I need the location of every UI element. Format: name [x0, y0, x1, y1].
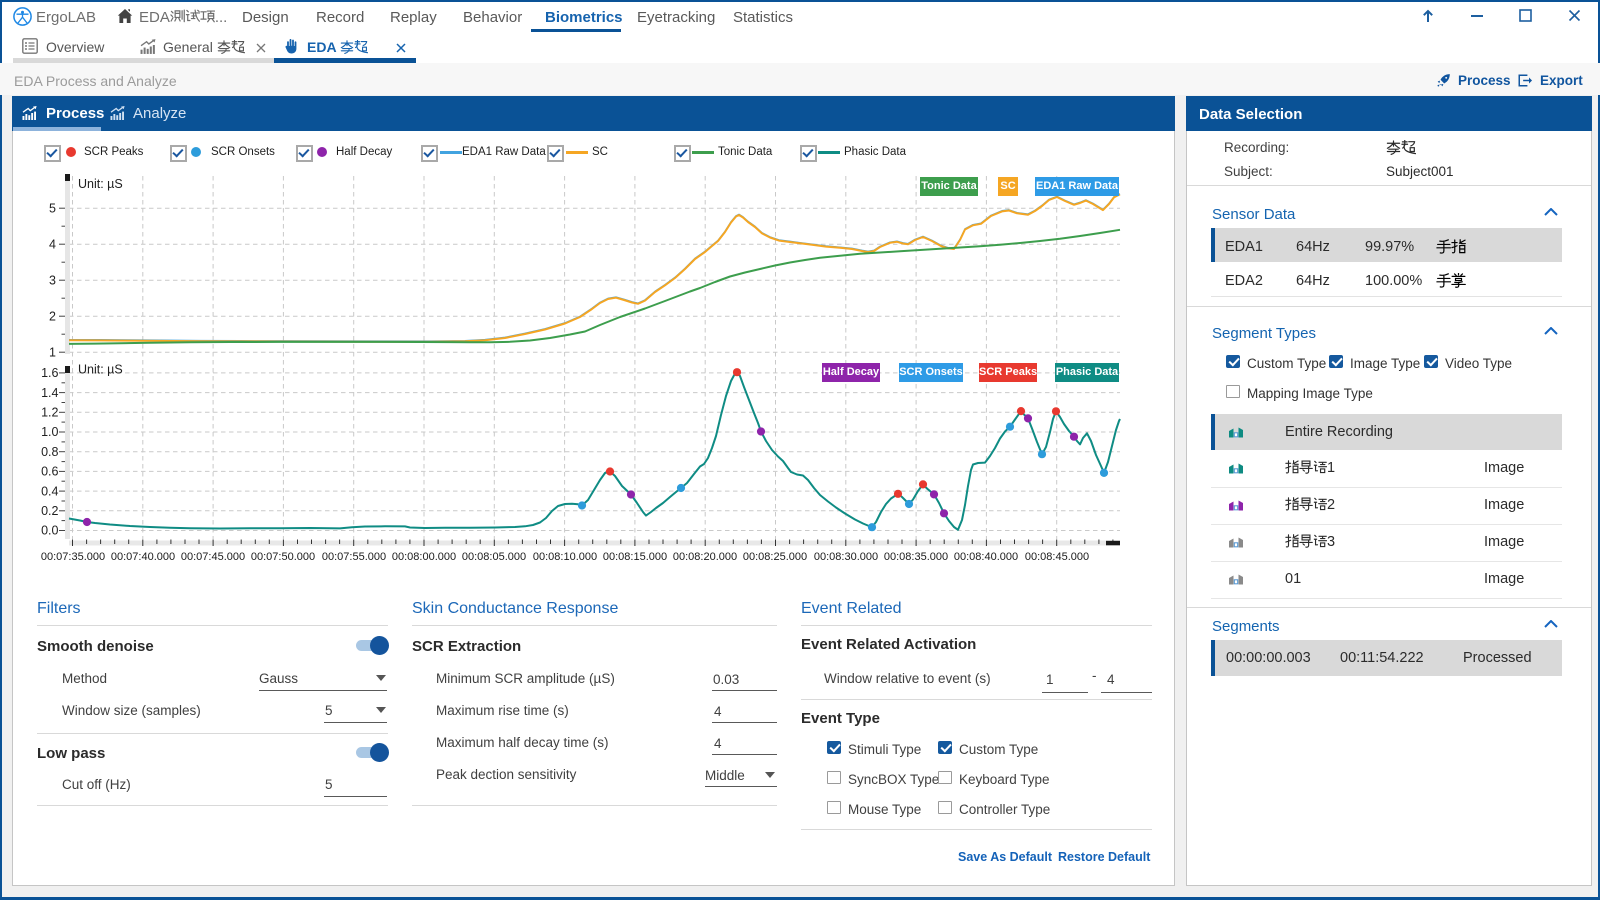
svg-text:Unit: µS: Unit: µS: [78, 177, 123, 191]
svg-text:0.4: 0.4: [41, 484, 58, 498]
svg-text:0.6: 0.6: [41, 465, 58, 479]
svg-text:Unit: µS: Unit: µS: [78, 363, 123, 377]
svg-text:1: 1: [49, 345, 56, 359]
svg-text:3: 3: [49, 273, 56, 287]
svg-text:5: 5: [49, 201, 56, 215]
svg-text:4: 4: [49, 237, 56, 251]
svg-text:0.8: 0.8: [41, 445, 58, 459]
svg-text:1.2: 1.2: [41, 406, 58, 420]
svg-text:2: 2: [49, 309, 56, 323]
svg-text:1.6: 1.6: [41, 366, 58, 380]
svg-text:1.4: 1.4: [41, 386, 58, 400]
svg-text:1.0: 1.0: [41, 425, 58, 439]
svg-text:0.2: 0.2: [41, 504, 58, 518]
svg-text:0.0: 0.0: [41, 524, 58, 538]
